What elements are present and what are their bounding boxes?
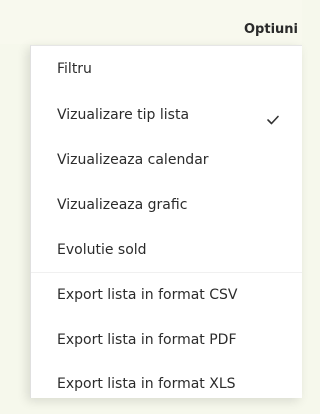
- menu-item-label: Vizualizare tip lista: [57, 107, 190, 123]
- menu-item-label: Export lista in format CSV: [57, 287, 238, 303]
- menu-item-label: Export lista in format XLS: [57, 376, 236, 392]
- menu-item-label: Vizualizeaza grafic: [57, 197, 188, 213]
- menu-item-export-xls[interactable]: Export lista in format XLS: [31, 374, 302, 414]
- menu-item-label: Vizualizeaza calendar: [57, 152, 209, 168]
- menu-item-vizualizare-tip-lista[interactable]: Vizualizare tip lista: [31, 105, 302, 145]
- menu-item-evolutie-sold[interactable]: Evolutie sold: [31, 240, 302, 280]
- menu-item-vizualizeaza-grafic[interactable]: Vizualizeaza grafic: [31, 195, 302, 235]
- options-dropdown-menu: Filtru Vizualizare tip lista Vizualizeaz…: [30, 45, 302, 398]
- menu-item-vizualizeaza-calendar[interactable]: Vizualizeaza calendar: [31, 150, 302, 190]
- menu-item-export-pdf[interactable]: Export lista in format PDF: [31, 330, 302, 370]
- menu-item-export-csv[interactable]: Export lista in format CSV: [31, 285, 302, 325]
- menu-item-label: Evolutie sold: [57, 242, 147, 258]
- options-menu-button[interactable]: Optiuni: [244, 22, 298, 37]
- checkmark-icon: [267, 115, 279, 125]
- top-bar: Optiuni: [0, 0, 302, 44]
- menu-divider: [31, 272, 302, 273]
- menu-item-label: Export lista in format PDF: [57, 332, 237, 348]
- menu-item-label: Filtru: [57, 61, 92, 77]
- menu-item-filtru[interactable]: Filtru: [31, 59, 302, 99]
